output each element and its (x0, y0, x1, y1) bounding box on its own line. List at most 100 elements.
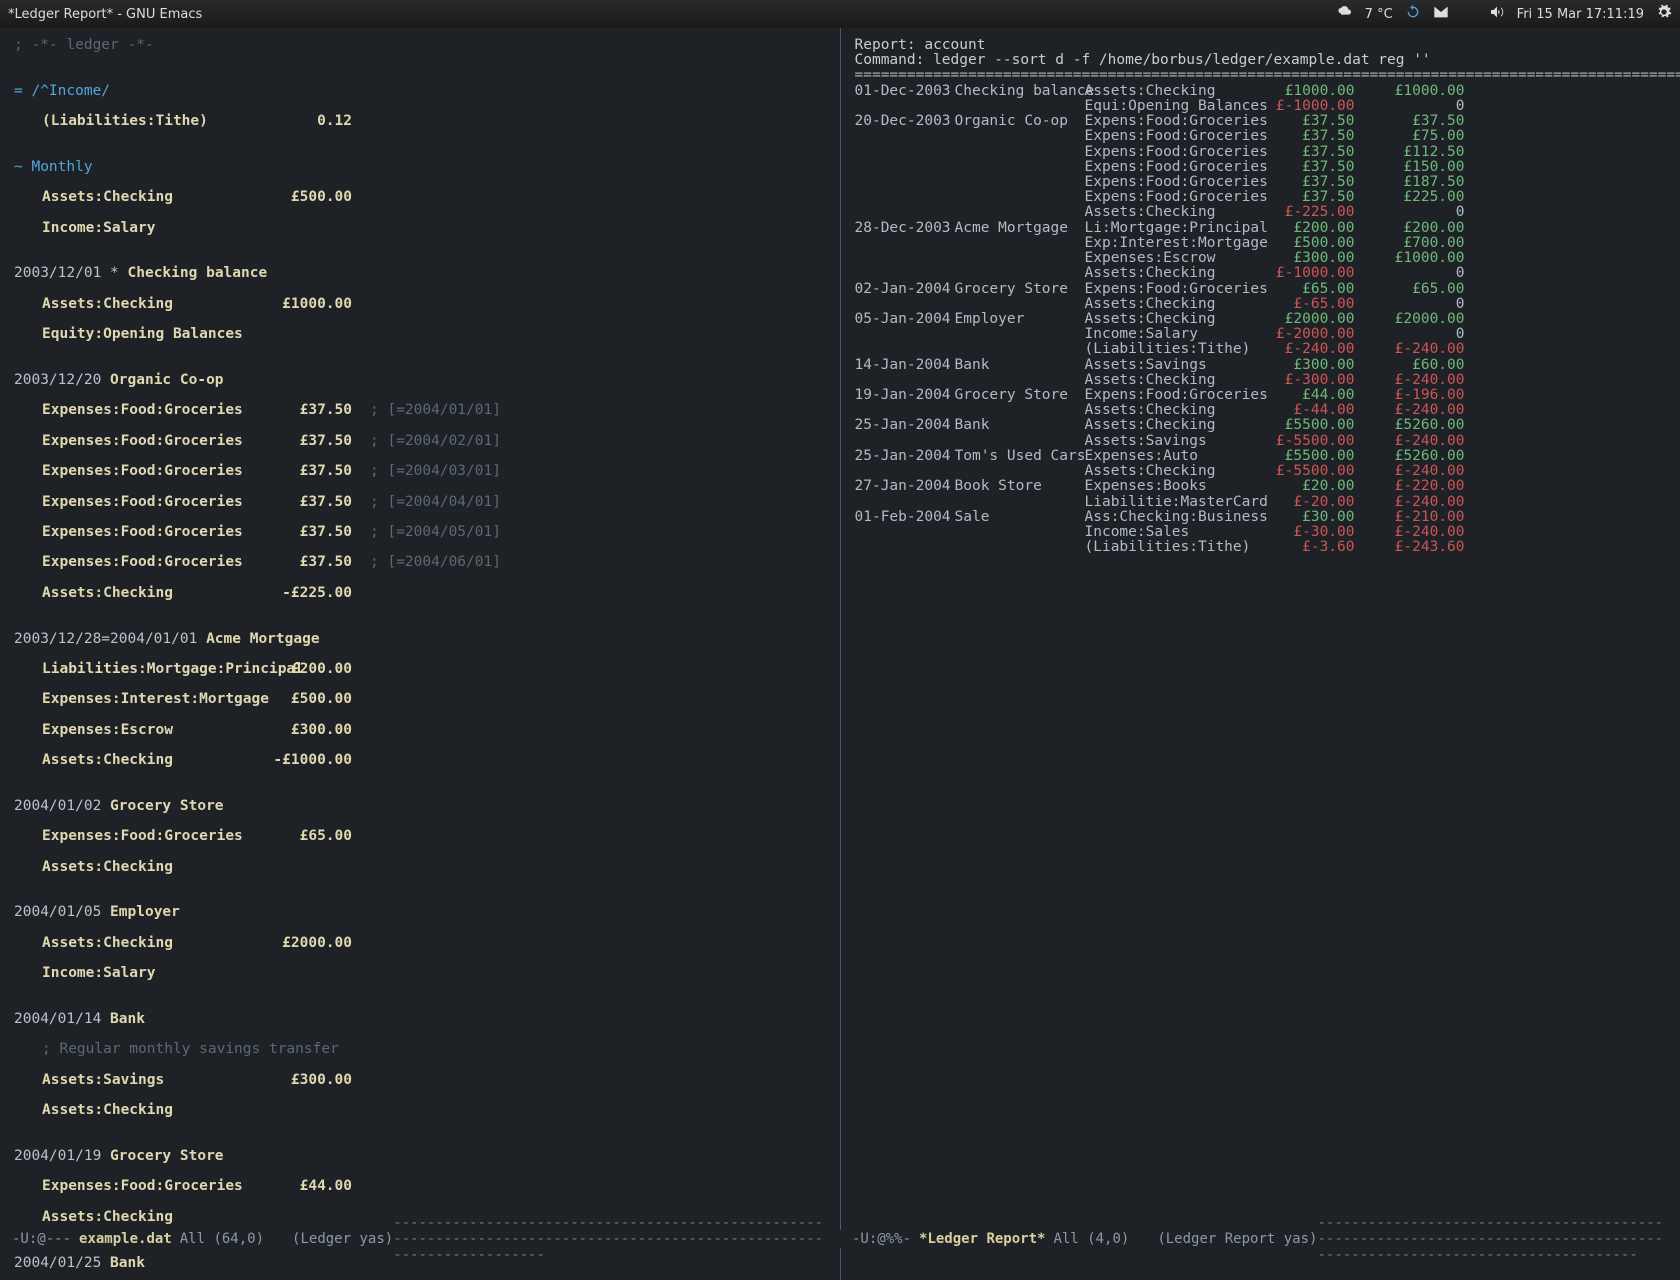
report-amount: £-30.00 (1245, 525, 1355, 540)
report-balance: £-220.00 (1355, 479, 1465, 494)
report-row: 25-Jan-2004Tom's Used CarsExpenses:Auto£… (855, 449, 1667, 464)
posting-account: Liabilities:Mortgage:Principal (42, 662, 272, 677)
modeline-left: -U:@--- example.dat All (64,0) (Ledger y… (0, 1230, 840, 1248)
posting-account: Expenses:Food:Groceries (42, 829, 272, 844)
report-date: 05-Jan-2004 (855, 312, 955, 327)
report-date (855, 464, 955, 479)
mail-icon[interactable] (1433, 4, 1449, 24)
posting-amount: £200.00 (272, 662, 352, 677)
report-row: Assets:Checking£-5500.00£-240.00 (855, 464, 1667, 479)
desktop-topbar: *Ledger Report* - GNU Emacs 7 °C Fri 15 … (0, 0, 1680, 28)
report-balance: £-240.00 (1355, 434, 1465, 449)
report-date (855, 145, 955, 160)
report-amount: £-2000.00 (1245, 327, 1355, 342)
ledger-source-buffer[interactable]: ; -*- ledger -*- = /^Income/ (Liabilitie… (0, 28, 841, 1280)
report-account: Expens:Food:Groceries (1085, 282, 1245, 297)
report-row: Exp:Interest:Mortgage£500.00£700.00 (855, 236, 1667, 251)
report-payee (955, 190, 1085, 205)
report-date (855, 540, 955, 555)
report-rule: ========================================… (855, 67, 1680, 83)
report-row: Expens:Food:Groceries£37.50£75.00 (855, 129, 1667, 144)
modeline-fill: ----------------------------------------… (1317, 1215, 1668, 1263)
report-payee (955, 236, 1085, 251)
report-amount: £37.50 (1245, 145, 1355, 160)
refresh-icon[interactable] (1405, 4, 1421, 24)
report-date (855, 434, 955, 449)
report-payee (955, 160, 1085, 175)
report-row: Expenses:Escrow£300.00£1000.00 (855, 251, 1667, 266)
report-date: 14-Jan-2004 (855, 358, 955, 373)
report-row: (Liabilities:Tithe)£-240.00£-240.00 (855, 342, 1667, 357)
report-payee: Book Store (955, 479, 1085, 494)
txn-date: 2003/12/28=2004/01/01 (14, 631, 197, 647)
report-balance: 0 (1355, 266, 1465, 281)
posting-account: Assets:Savings (42, 1073, 272, 1088)
report-balance: £-240.00 (1355, 464, 1465, 479)
posting-amount: £37.50 (272, 555, 352, 570)
report-amount: £-5500.00 (1245, 464, 1355, 479)
modeline-filename: *Ledger Report* (919, 1231, 1045, 1247)
report-balance: £37.50 (1355, 114, 1465, 129)
report-row: 27-Jan-2004Book StoreExpenses:Books£20.0… (855, 479, 1667, 494)
posting-account: Expenses:Escrow (42, 723, 272, 738)
report-amount: £-5500.00 (1245, 434, 1355, 449)
report-amount: £-300.00 (1245, 373, 1355, 388)
report-amount: £-3.60 (1245, 540, 1355, 555)
posting-account: Expenses:Food:Groceries (42, 434, 272, 449)
clock[interactable]: Fri 15 Mar 17:11:19 (1517, 7, 1644, 22)
report-payee (955, 297, 1085, 312)
modeline-flags: -U:@--- (12, 1231, 71, 1247)
report-payee (955, 434, 1085, 449)
report-date: 01-Dec-2003 (855, 84, 955, 99)
report-payee: Tom's Used Cars (955, 449, 1085, 464)
report-date: 20-Dec-2003 (855, 114, 955, 129)
posting-account: Expenses:Food:Groceries (42, 403, 272, 418)
report-amount: £-240.00 (1245, 342, 1355, 357)
volume-icon[interactable] (1489, 4, 1505, 24)
report-payee (955, 145, 1085, 160)
report-row: Assets:Checking£-300.00£-240.00 (855, 373, 1667, 388)
report-balance: £-210.00 (1355, 510, 1465, 525)
modeline-fill: ----------------------------------------… (393, 1215, 828, 1263)
report-date (855, 495, 955, 510)
report-date: 25-Jan-2004 (855, 449, 955, 464)
report-payee: Employer (955, 312, 1085, 327)
report-account: Income:Salary (1085, 327, 1245, 342)
posting-account: Assets:Checking (42, 860, 272, 875)
report-payee: Organic Co-op (955, 114, 1085, 129)
report-balance: £-240.00 (1355, 373, 1465, 388)
report-balance: £-240.00 (1355, 525, 1465, 540)
report-amount: £-1000.00 (1245, 266, 1355, 281)
report-payee (955, 495, 1085, 510)
report-amount: £-1000.00 (1245, 99, 1355, 114)
ledger-report-buffer[interactable]: Report: account Command: ledger --sort d… (841, 28, 1680, 1280)
window-title: *Ledger Report* - GNU Emacs (8, 7, 202, 22)
posting-amount: £1000.00 (272, 297, 352, 312)
txn-payee: Bank (110, 1011, 145, 1027)
posting-account: Income:Salary (42, 221, 272, 236)
report-account: Assets:Checking (1085, 403, 1245, 418)
report-balance: £65.00 (1355, 282, 1465, 297)
report-row: 20-Dec-2003Organic Co-opExpens:Food:Groc… (855, 114, 1667, 129)
report-date (855, 373, 955, 388)
gear-icon[interactable] (1656, 4, 1672, 24)
modeline-position: All (64,0) (180, 1231, 264, 1247)
system-tray: 7 °C Fri 15 Mar 17:11:19 (1337, 4, 1672, 24)
report-payee (955, 266, 1085, 281)
report-balance: 0 (1355, 99, 1465, 114)
posting-amount: £65.00 (272, 829, 352, 844)
txn-date: 2004/01/14 (14, 1011, 101, 1027)
report-amount: £37.50 (1245, 160, 1355, 175)
report-amount: £37.50 (1245, 190, 1355, 205)
report-account: Expens:Food:Groceries (1085, 388, 1245, 403)
weather-indicator[interactable] (1337, 4, 1353, 24)
report-account: Expenses:Auto (1085, 449, 1245, 464)
report-account: Assets:Checking (1085, 464, 1245, 479)
report-date (855, 327, 955, 342)
posting-account: (Liabilities:Tithe) (42, 114, 272, 129)
report-row: 02-Jan-2004Grocery StoreExpens:Food:Groc… (855, 282, 1667, 297)
report-payee (955, 129, 1085, 144)
report-account: Expens:Food:Groceries (1085, 129, 1245, 144)
posting-note: ; [=2004/05/01] (352, 525, 501, 540)
network-icon[interactable] (1461, 4, 1477, 24)
